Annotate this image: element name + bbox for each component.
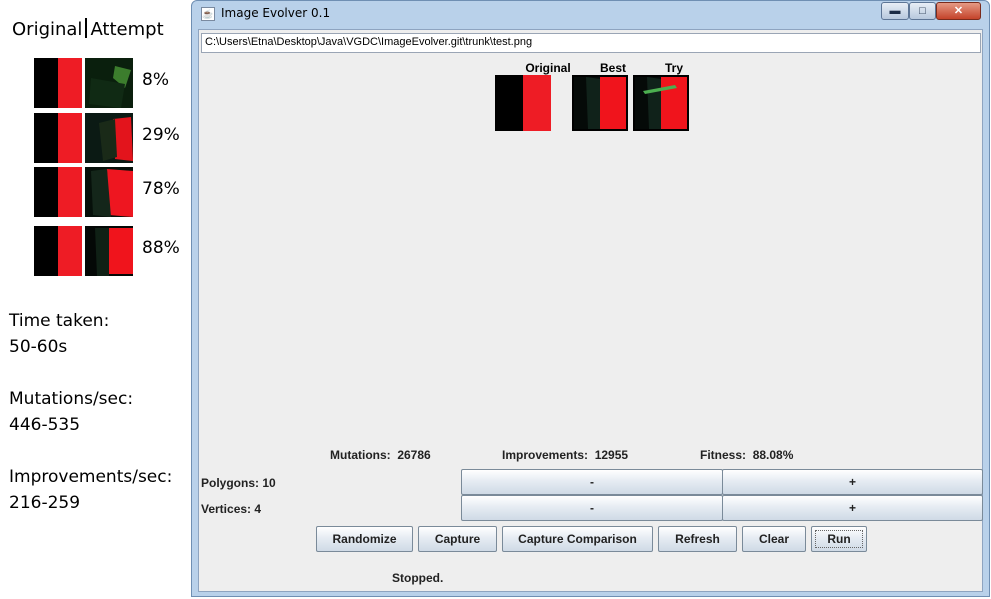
vertices-label: Vertices: 4 bbox=[201, 502, 262, 516]
stat-value-time: 50-60s bbox=[9, 337, 68, 357]
status-text: Stopped. bbox=[392, 571, 444, 585]
original-preview bbox=[495, 75, 551, 131]
polygons-label: Polygons: 10 bbox=[201, 476, 276, 490]
fitness-percent: 88% bbox=[142, 238, 180, 258]
header-attempt: Attempt bbox=[90, 19, 164, 40]
stat-value-mutations: 446-535 bbox=[9, 415, 81, 435]
minimize-icon: ▬ bbox=[889, 5, 901, 17]
fitness-stat: Fitness: 88.08% bbox=[700, 448, 793, 462]
close-icon: ✕ bbox=[953, 5, 964, 17]
randomize-button[interactable]: Randomize bbox=[316, 526, 413, 552]
attempt-thumb bbox=[85, 58, 133, 108]
path-field[interactable]: C:\Users\Etna\Desktop\Java\VGDC\ImageEvo… bbox=[201, 33, 981, 53]
attempt-thumb bbox=[85, 113, 133, 163]
fitness-percent: 78% bbox=[142, 179, 180, 199]
comparison-row: 29% bbox=[34, 113, 194, 165]
original-thumb bbox=[34, 167, 82, 217]
try-label: Try bbox=[664, 61, 683, 75]
window-title: Image Evolver 0.1 bbox=[221, 6, 331, 20]
java-cup-icon: ☕ bbox=[201, 7, 215, 21]
fitness-label: Fitness: bbox=[700, 448, 747, 462]
best-preview bbox=[572, 75, 628, 131]
best-polygons bbox=[574, 77, 626, 129]
comparison-row: 78% bbox=[34, 167, 194, 219]
original-thumb bbox=[34, 58, 82, 108]
original-thumb bbox=[34, 113, 82, 163]
original-thumb bbox=[34, 226, 82, 276]
fitness-value: 88.08% bbox=[752, 448, 794, 462]
mutations-value: 26786 bbox=[397, 448, 431, 462]
comparison-row: 8% bbox=[34, 58, 194, 110]
try-preview bbox=[633, 75, 689, 131]
improvements-label: Improvements: bbox=[502, 448, 589, 462]
fitness-percent: 8% bbox=[142, 70, 169, 90]
capture-comparison-button[interactable]: Capture Comparison bbox=[502, 526, 653, 552]
polygons-decrease-button[interactable]: - bbox=[461, 469, 723, 495]
try-polygons bbox=[635, 77, 687, 129]
vertices-decrease-button[interactable]: - bbox=[461, 495, 723, 521]
attempt-polygons bbox=[85, 167, 133, 217]
maximize-icon: □ bbox=[919, 5, 926, 17]
header-original: Original bbox=[12, 19, 83, 40]
mutations-stat: Mutations: 26786 bbox=[330, 448, 431, 462]
attempt-polygons bbox=[85, 226, 133, 276]
stat-label-time: Time taken: bbox=[9, 311, 110, 331]
app-window: ☕ Image Evolver 0.1 ▬ □ ✕ C:\Users\Etna\… bbox=[191, 0, 990, 597]
client-area: C:\Users\Etna\Desktop\Java\VGDC\ImageEvo… bbox=[198, 29, 983, 592]
attempt-thumb bbox=[85, 226, 133, 276]
polygons-increase-button[interactable]: + bbox=[722, 469, 983, 495]
clear-button[interactable]: Clear bbox=[742, 526, 806, 552]
close-button[interactable]: ✕ bbox=[936, 2, 981, 20]
attempt-polygons bbox=[85, 58, 133, 108]
best-label: Best bbox=[599, 61, 626, 75]
capture-button[interactable]: Capture bbox=[418, 526, 497, 552]
stat-value-improvements: 216-259 bbox=[9, 493, 81, 513]
stat-label-improvements: Improvements/sec: bbox=[9, 467, 173, 487]
annotation-header: Original Attempt bbox=[12, 18, 164, 40]
mutations-label: Mutations: bbox=[330, 448, 391, 462]
stat-label-mutations: Mutations/sec: bbox=[9, 389, 134, 409]
attempt-thumb bbox=[85, 167, 133, 217]
maximize-button[interactable]: □ bbox=[909, 2, 936, 20]
header-divider bbox=[85, 18, 88, 38]
original-label: Original bbox=[525, 61, 571, 75]
refresh-button[interactable]: Refresh bbox=[658, 526, 737, 552]
attempt-polygons bbox=[85, 113, 133, 163]
title-bar[interactable]: ☕ Image Evolver 0.1 ▬ □ ✕ bbox=[192, 1, 989, 27]
vertices-increase-button[interactable]: + bbox=[722, 495, 983, 521]
improvements-value: 12955 bbox=[594, 448, 629, 462]
comparison-row: 88% bbox=[34, 226, 194, 278]
fitness-percent: 29% bbox=[142, 125, 180, 145]
run-button[interactable]: Run bbox=[811, 526, 867, 552]
improvements-stat: Improvements: 12955 bbox=[502, 448, 628, 462]
minimize-button[interactable]: ▬ bbox=[881, 2, 909, 20]
